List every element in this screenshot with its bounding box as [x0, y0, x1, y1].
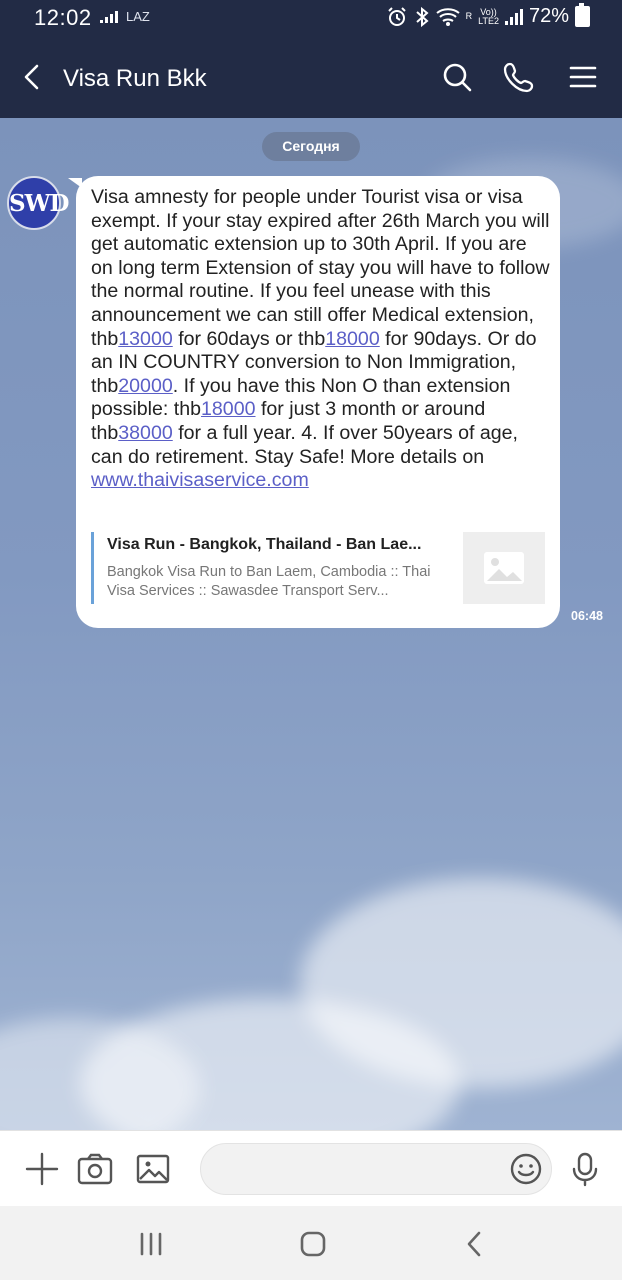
chat-area[interactable]: Сегодня SWD Visa amnesty for people unde… — [0, 118, 622, 1130]
status-left-icons: LAZ — [100, 9, 150, 24]
signal-dots-icon — [100, 10, 118, 23]
price-link[interactable]: 20000 — [118, 375, 173, 397]
wifi-icon — [435, 7, 460, 26]
image-placeholder-icon — [484, 552, 524, 584]
carrier-label: LAZ — [126, 9, 150, 24]
msg-seg: for 60days or thb — [172, 327, 326, 350]
phone-icon[interactable] — [500, 58, 538, 96]
menu-icon[interactable] — [564, 58, 602, 96]
recent-apps-icon[interactable] — [135, 1228, 167, 1260]
message-input[interactable] — [200, 1143, 552, 1195]
message-time: 06:48 — [571, 609, 603, 623]
plus-icon[interactable] — [24, 1151, 60, 1187]
price-link[interactable]: 38000 — [118, 422, 173, 444]
status-bar: 12:02 LAZ R Vo)) LTE2 72% — [0, 0, 622, 36]
chat-header: Visa Run Bkk — [0, 36, 622, 118]
message-text: Visa amnesty for people under Tourist vi… — [91, 186, 551, 493]
status-time: 12:02 — [34, 5, 92, 30]
link-preview-description: Bangkok Visa Run to Ban Laem, Cambodia :… — [107, 564, 431, 599]
back-icon[interactable] — [459, 1228, 491, 1260]
website-link[interactable]: www.thaivisaservice.com — [91, 469, 309, 491]
bluetooth-icon — [415, 6, 429, 27]
system-nav-bar — [0, 1206, 622, 1280]
volte-label: Vo)) LTE2 — [478, 7, 499, 26]
link-preview-title: Visa Run - Bangkok, Thailand - Ban Lae..… — [107, 536, 422, 553]
screen: 12:02 LAZ R Vo)) LTE2 72% Visa Run Bkk Се… — [0, 0, 622, 1280]
input-bar — [0, 1130, 622, 1207]
back-arrow-icon[interactable] — [16, 60, 50, 94]
date-separator: Сегодня — [262, 132, 360, 161]
battery-percent: 72% — [528, 5, 569, 27]
avatar[interactable]: SWD — [7, 176, 69, 230]
price-link[interactable]: 18000 — [201, 398, 256, 420]
emoji-icon[interactable] — [508, 1151, 544, 1187]
link-preview-card[interactable]: Visa Run - Bangkok, Thailand - Ban Lae..… — [91, 532, 545, 604]
roaming-label: R — [465, 11, 473, 21]
mic-icon[interactable] — [567, 1151, 603, 1187]
price-link[interactable]: 18000 — [325, 328, 380, 350]
gallery-icon[interactable] — [135, 1151, 171, 1187]
search-icon[interactable] — [438, 58, 476, 96]
alarm-icon — [387, 6, 406, 26]
camera-icon[interactable] — [77, 1151, 113, 1187]
chat-title[interactable]: Visa Run Bkk — [63, 65, 207, 93]
home-icon[interactable] — [297, 1228, 329, 1260]
cell-signal-icon — [504, 8, 523, 25]
lte-text: LTE2 — [478, 15, 499, 26]
msg-seg: Visa amnesty for people under Tourist vi… — [91, 186, 550, 350]
link-preview-accent — [91, 532, 94, 604]
message-bubble[interactable]: Visa amnesty for people under Tourist vi… — [76, 176, 560, 628]
link-preview-thumbnail — [463, 532, 545, 604]
battery-icon — [575, 3, 590, 27]
price-link[interactable]: 13000 — [118, 328, 173, 350]
status-right-icons: R Vo)) LTE2 72% — [386, 3, 590, 28]
